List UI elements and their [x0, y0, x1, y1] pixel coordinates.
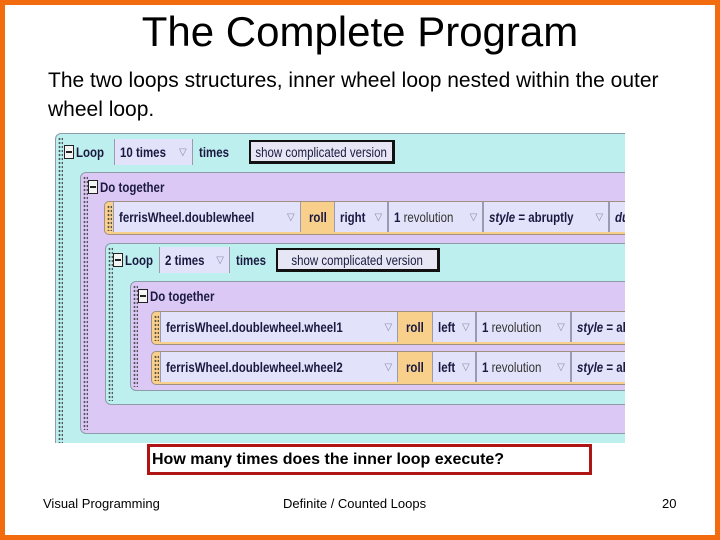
amount-dropdown[interactable]: 1 revolution ▽: [475, 312, 571, 342]
loop-count-dropdown[interactable]: 10 times ▽: [114, 139, 193, 165]
collapse-icon[interactable]: [88, 180, 98, 194]
footer-left: Visual Programming: [43, 496, 160, 511]
style-dropdown[interactable]: style = abruptly▽: [570, 352, 625, 382]
times-label: times: [235, 252, 266, 268]
roll-statement-wheel2[interactable]: ferrisWheel.doublewheel.wheel2 ▽ roll lef…: [151, 351, 625, 385]
method-label: roll: [398, 352, 432, 382]
question-box: How many times does the inner loop execu…: [147, 444, 592, 475]
dropdown-arrow-icon: ▽: [557, 321, 565, 333]
dropdown-arrow-icon: ▽: [286, 211, 295, 223]
slide-title: The Complete Program: [141, 8, 579, 55]
amount-dropdown[interactable]: 1 revolution ▽: [388, 202, 484, 232]
do-together-keyword: Do together: [100, 179, 165, 195]
do-together-keyword: Do together: [150, 288, 215, 304]
method-label: roll: [398, 312, 432, 342]
dropdown-arrow-icon: ▽: [595, 211, 604, 223]
footer-center: Definite / Counted Loops: [283, 496, 427, 511]
object-dropdown[interactable]: ferrisWheel.doublewheel.wheel1 ▽: [160, 312, 399, 342]
collapse-icon[interactable]: [113, 253, 123, 267]
amount-dropdown[interactable]: 1 revolution ▽: [475, 352, 571, 382]
dropdown-arrow-icon: ▽: [179, 146, 187, 158]
dropdown-arrow-icon: ▽: [384, 361, 393, 373]
roll-statement[interactable]: ferrisWheel.doublewheel ▽ roll right ▽ 1 r…: [104, 201, 625, 235]
style-dropdown[interactable]: style = abruptly▽: [483, 202, 610, 232]
dropdown-arrow-icon: ▽: [557, 361, 565, 373]
method-label: roll: [300, 202, 335, 232]
dropdown-arrow-icon: ▽: [384, 321, 393, 333]
dropdown-arrow-icon: ▽: [374, 211, 383, 223]
drag-handle[interactable]: [58, 137, 63, 443]
direction-dropdown[interactable]: left ▽: [432, 312, 476, 342]
roll-statement-wheel1[interactable]: ferrisWheel.doublewheel.wheel1 ▽ roll lef…: [151, 311, 625, 345]
direction-dropdown[interactable]: left ▽: [432, 352, 476, 382]
dropdown-arrow-icon: ▽: [462, 321, 470, 333]
drag-handle[interactable]: [154, 355, 159, 381]
style-dropdown[interactable]: style = abruptly▽: [570, 312, 625, 342]
dropdown-arrow-icon: ▽: [462, 361, 470, 373]
loop-keyword: Loop: [76, 144, 105, 160]
drag-handle[interactable]: [107, 205, 112, 231]
loop-count-dropdown[interactable]: 2 times ▽: [159, 247, 230, 273]
drag-handle[interactable]: [83, 176, 88, 430]
show-complicated-version-button[interactable]: show complicated version: [275, 248, 440, 272]
loop-keyword: Loop: [125, 252, 154, 268]
page-number: 20: [662, 496, 677, 511]
code-editor-screenshot: Loop 10 times ▽ times show complicated v…: [55, 133, 625, 443]
object-dropdown[interactable]: ferrisWheel.doublewheel ▽: [113, 202, 301, 232]
slide-subtitle: The two loops structures, inner wheel lo…: [48, 69, 659, 121]
object-dropdown[interactable]: ferrisWheel.doublewheel.wheel2 ▽: [160, 352, 399, 382]
show-complicated-version-button[interactable]: show complicated version: [248, 140, 395, 164]
direction-dropdown[interactable]: right ▽: [334, 202, 389, 232]
drag-handle[interactable]: [154, 315, 159, 341]
collapse-icon[interactable]: [64, 145, 74, 159]
collapse-icon[interactable]: [138, 289, 148, 303]
dropdown-arrow-icon: ▽: [469, 211, 478, 223]
duration-dropdown[interactable]: duration = 2 seconds: [609, 202, 625, 232]
dropdown-arrow-icon: ▽: [216, 254, 224, 266]
times-label: times: [198, 144, 229, 160]
